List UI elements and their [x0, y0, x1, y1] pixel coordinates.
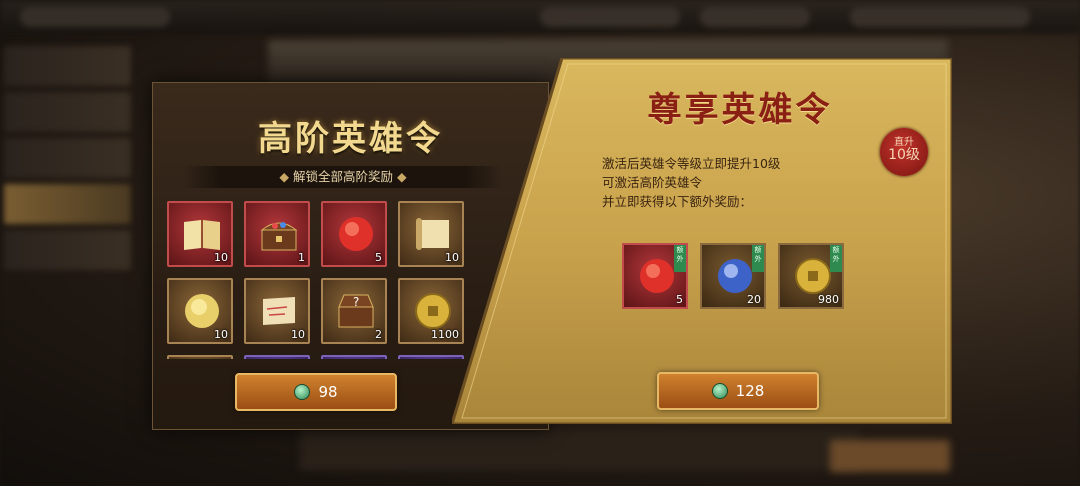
gold-coin-icon [415, 293, 451, 329]
extra-reward-item[interactable]: 额外 20 [700, 243, 766, 309]
gold-coin-icon [795, 258, 831, 294]
premium-pass-title: 尊享英雄令 [647, 90, 833, 130]
map-scroll-icon [263, 297, 295, 325]
side-menu-blurred [0, 40, 135, 460]
extra-tag: 额外 [830, 245, 842, 272]
reward-item[interactable] [321, 355, 387, 359]
red-orb-icon [339, 217, 373, 251]
bottom-button-blurred [830, 440, 950, 472]
top-bar-blurred [0, 0, 1080, 34]
extra-tag: 额外 [674, 245, 686, 272]
reward-item[interactable]: 10 [244, 278, 310, 344]
extra-tag: 额外 [752, 245, 764, 272]
treasure-chest-icon [260, 222, 298, 251]
buy-advanced-pass-button[interactable]: 98 [235, 373, 397, 411]
jade-currency-icon [294, 384, 311, 400]
book-icon [184, 220, 220, 250]
bottom-bar-blurred [300, 430, 860, 470]
premium-pass-description: 激活后英雄令等级立即提升10级 可激活高阶英雄令 并立即获得以下额外奖励： [602, 156, 781, 209]
mystery-chest-icon: ? [338, 294, 374, 328]
gold-orb-icon [185, 294, 219, 328]
reward-item[interactable]: 1 [244, 201, 310, 267]
extra-reward-item[interactable]: 额外 980 [778, 243, 844, 309]
reward-item[interactable]: 5 [321, 201, 387, 267]
buy-premium-pass-button[interactable]: 128 [657, 372, 819, 410]
reward-item[interactable]: 10 [167, 278, 233, 344]
scroll-icon [416, 218, 449, 250]
reward-item[interactable] [244, 355, 310, 359]
red-orb-icon [640, 259, 674, 293]
reward-item[interactable]: ? 2 [321, 278, 387, 344]
reward-item[interactable] [167, 355, 233, 359]
level-up-seal: 直升 10级 [880, 128, 928, 176]
reward-grid: 10 1 5 10 10 10 ? 2 1100 [167, 199, 467, 359]
jade-currency-icon [711, 383, 728, 399]
reward-item[interactable]: 10 [167, 201, 233, 267]
extra-reward-item[interactable]: 额外 5 [622, 243, 688, 309]
blue-orb-icon [718, 259, 752, 293]
svg-text:?: ? [353, 295, 359, 309]
